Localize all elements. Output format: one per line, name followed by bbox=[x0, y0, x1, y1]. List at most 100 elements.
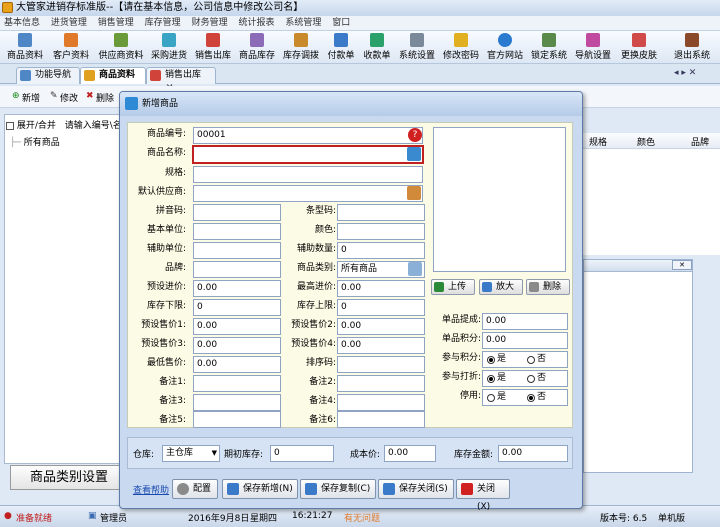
supplier-input[interactable] bbox=[193, 185, 423, 202]
sale2-input[interactable]: 0.00 bbox=[337, 318, 425, 335]
col-brand[interactable]: 品牌 bbox=[691, 135, 709, 148]
sale1-input[interactable]: 0.00 bbox=[193, 318, 281, 335]
zoom-button[interactable]: 放大 bbox=[479, 279, 523, 295]
supplier-picker-icon[interactable] bbox=[407, 186, 421, 200]
help-icon[interactable]: ? bbox=[408, 128, 422, 142]
menu-system[interactable]: 系统管理 bbox=[281, 16, 325, 31]
col-spec[interactable]: 规格 bbox=[589, 135, 607, 148]
toolbar-product-info[interactable]: 商品资料 bbox=[4, 32, 46, 62]
tree-item-all-products[interactable]: ├─ 所有商品 bbox=[10, 135, 60, 148]
edit-button[interactable]: 修改 bbox=[60, 91, 78, 104]
menu-sales[interactable]: 销售管理 bbox=[94, 16, 138, 31]
transfer-icon bbox=[294, 33, 308, 47]
spec-input[interactable] bbox=[193, 166, 423, 183]
points-input[interactable]: 0.00 bbox=[482, 332, 568, 349]
tab-product-info[interactable]: 商品资料 bbox=[80, 67, 146, 84]
save-copy-button[interactable]: 保存复制(C) bbox=[300, 479, 376, 499]
barcode-input[interactable] bbox=[337, 204, 425, 221]
tab-function-nav[interactable]: 功能导航 bbox=[16, 67, 80, 84]
close-button[interactable]: 关闭(X) bbox=[456, 479, 510, 512]
image-delete-button[interactable]: 删除 bbox=[526, 279, 570, 295]
expand-checkbox[interactable] bbox=[6, 121, 14, 130]
add-button[interactable]: 新增 bbox=[22, 91, 40, 104]
note3-input[interactable] bbox=[193, 394, 281, 411]
status-date: 2016年9月8日 bbox=[188, 514, 250, 524]
save-close-button[interactable]: 保存关闭(S) bbox=[378, 479, 454, 499]
note4-input[interactable] bbox=[337, 394, 425, 411]
menu-finance[interactable]: 财务管理 bbox=[188, 16, 232, 31]
save-new-button[interactable]: 保存新增(N) bbox=[222, 479, 298, 499]
disabled-yes-radio[interactable] bbox=[487, 394, 495, 402]
cost-input[interactable]: 0.00 bbox=[384, 445, 436, 462]
refresh-icon[interactable] bbox=[407, 147, 421, 161]
toolbar-stock[interactable]: 商品库存 bbox=[236, 32, 278, 62]
delete-button[interactable]: 删除 bbox=[96, 91, 114, 104]
in-discount-yes-radio[interactable] bbox=[487, 375, 495, 383]
help-link[interactable]: 查看帮助 bbox=[133, 483, 169, 496]
pre-price-input[interactable]: 0.00 bbox=[193, 280, 281, 297]
warehouse-select[interactable]: 主仓库 ▼ bbox=[162, 445, 220, 462]
label-aux-qty: 辅助数量: bbox=[296, 244, 336, 254]
init-stock-input[interactable]: 0 bbox=[270, 445, 334, 462]
color-input[interactable] bbox=[337, 223, 425, 240]
tab-scroll-icons[interactable]: ◂ ▸ ✕ bbox=[674, 68, 696, 78]
toolbar-exit[interactable]: 退出系统 bbox=[670, 32, 714, 62]
toolbar-skin[interactable]: 更换皮肤 bbox=[616, 32, 662, 62]
note5-input[interactable] bbox=[193, 411, 281, 428]
menu-purchase[interactable]: 进货管理 bbox=[47, 16, 91, 31]
toolbar-lock[interactable]: 锁定系统 bbox=[528, 32, 570, 62]
label-note5: 备注5: bbox=[159, 415, 186, 425]
toolbar-settings[interactable]: 系统设置 bbox=[396, 32, 438, 62]
menu-window[interactable]: 窗口 bbox=[328, 16, 354, 31]
max-price-input[interactable]: 0.00 bbox=[337, 280, 425, 297]
toolbar-receipt[interactable]: 收款单 bbox=[360, 32, 394, 62]
col-color[interactable]: 颜色 bbox=[637, 135, 655, 148]
product-image-box[interactable] bbox=[433, 127, 566, 272]
upload-button[interactable]: 上传 bbox=[431, 279, 475, 295]
menu-basic-info[interactable]: 基本信息 bbox=[0, 16, 44, 31]
menu-reports[interactable]: 统计报表 bbox=[234, 16, 278, 31]
note6-input[interactable] bbox=[337, 411, 425, 428]
commission-input[interactable]: 0.00 bbox=[482, 313, 568, 330]
sort-input[interactable] bbox=[337, 356, 425, 373]
toolbar-customer-info[interactable]: 客户资料 bbox=[50, 32, 92, 62]
toolbar-website[interactable]: 官方网站 bbox=[484, 32, 526, 62]
note1-input[interactable] bbox=[193, 375, 281, 392]
amount-input[interactable]: 0.00 bbox=[498, 445, 568, 462]
toolbar-change-password[interactable]: 修改密码 bbox=[440, 32, 482, 62]
stock-min-input[interactable]: 0 bbox=[193, 299, 281, 316]
pinyin-input[interactable] bbox=[193, 204, 281, 221]
category-settings-button[interactable]: 商品类别设置 bbox=[10, 465, 128, 490]
label-stock-max: 库存上限: bbox=[296, 301, 336, 311]
sale4-input[interactable]: 0.00 bbox=[337, 337, 425, 354]
in-points-yes-radio[interactable] bbox=[487, 356, 495, 364]
menu-inventory[interactable]: 库存管理 bbox=[141, 16, 185, 31]
toolbar-transfer[interactable]: 库存调拨 bbox=[280, 32, 322, 62]
toolbar-payment[interactable]: 付款单 bbox=[324, 32, 358, 62]
nav-icon bbox=[586, 33, 600, 47]
disabled-no-radio[interactable] bbox=[527, 394, 535, 402]
aux-qty-input[interactable]: 0 bbox=[337, 242, 425, 259]
aux-unit-input[interactable] bbox=[193, 242, 281, 259]
min-sale-input[interactable]: 0.00 bbox=[193, 356, 281, 373]
code-input[interactable]: 00001 bbox=[193, 127, 423, 144]
category-picker-icon[interactable] bbox=[408, 262, 422, 276]
dialog-icon bbox=[125, 97, 138, 110]
tab-sales-order[interactable]: 销售出库单 bbox=[146, 67, 216, 95]
toolbar-nav-settings[interactable]: 导航设置 bbox=[572, 32, 614, 62]
toolbar-purchase-in[interactable]: 采购进货 bbox=[148, 32, 190, 62]
brand-input[interactable] bbox=[193, 261, 281, 278]
name-input[interactable] bbox=[192, 145, 424, 164]
note2-input[interactable] bbox=[337, 375, 425, 392]
in-points-no-radio[interactable] bbox=[527, 356, 535, 364]
toolbar-supplier-info[interactable]: 供应商资料 bbox=[96, 32, 146, 62]
base-unit-input[interactable] bbox=[193, 223, 281, 240]
toolbar-sales-out[interactable]: 销售出库 bbox=[192, 32, 234, 62]
in-discount-no-radio[interactable] bbox=[527, 375, 535, 383]
sale3-input[interactable]: 0.00 bbox=[193, 337, 281, 354]
window-close-icon[interactable]: ✕ bbox=[672, 260, 692, 270]
background-window bbox=[583, 259, 693, 473]
stock-max-input[interactable]: 0 bbox=[337, 299, 425, 316]
delete-icon bbox=[529, 282, 539, 292]
config-button[interactable]: 配置 bbox=[172, 479, 218, 499]
